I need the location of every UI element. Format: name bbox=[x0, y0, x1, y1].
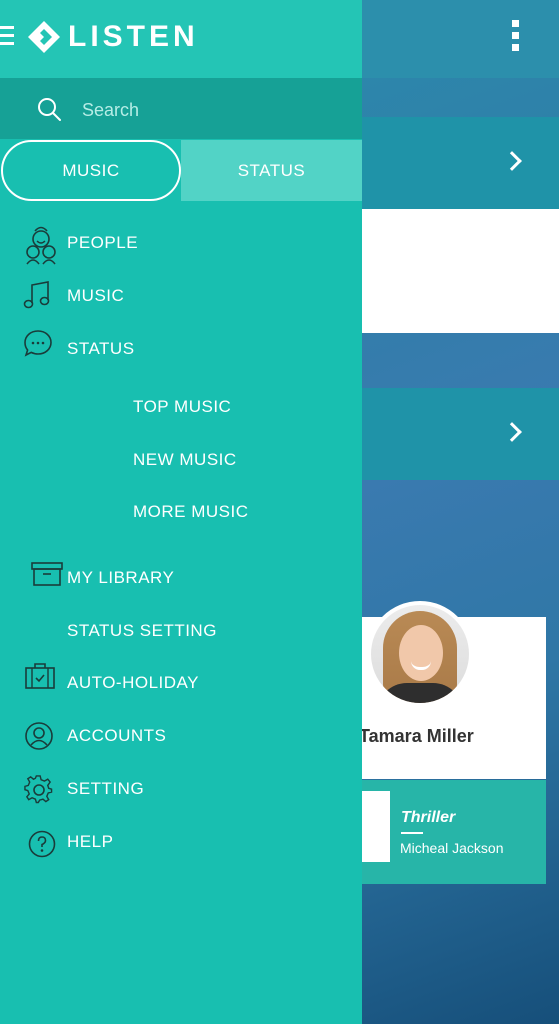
menu-label-music: MUSIC bbox=[67, 286, 125, 305]
submenu-label-top-music: TOP MUSIC bbox=[133, 397, 232, 416]
menu-label-accounts: ACCOUNTS bbox=[67, 726, 167, 745]
track-title: Thriller bbox=[401, 809, 456, 826]
tab-strip: MUSIC STATUS bbox=[0, 140, 362, 201]
search-icon[interactable] bbox=[36, 96, 62, 122]
listen-logo-icon bbox=[28, 21, 60, 53]
menu-item-music[interactable]: MUSIC bbox=[0, 274, 362, 318]
menu-label-status: STATUS bbox=[67, 339, 135, 358]
overflow-menu-icon[interactable] bbox=[505, 20, 525, 56]
menu-item-setting[interactable]: SETTING bbox=[0, 767, 362, 811]
menu-item-auto-holiday[interactable]: AUTO-HOLIDAY bbox=[0, 661, 362, 705]
app-title: LISTEN bbox=[68, 20, 199, 53]
menu-label-setting: SETTING bbox=[67, 779, 145, 798]
avatar bbox=[367, 601, 473, 707]
menu-label-auto-holiday: AUTO-HOLIDAY bbox=[67, 673, 199, 692]
background-list-row[interactable] bbox=[362, 117, 559, 209]
submenu-item-top-music[interactable]: TOP MUSIC bbox=[0, 385, 362, 429]
menu-item-my-library[interactable]: MY LIBRARY bbox=[0, 556, 362, 600]
tab-music[interactable]: MUSIC bbox=[1, 140, 181, 201]
menu-label-people: PEOPLE bbox=[67, 233, 139, 252]
music-note-icon bbox=[23, 281, 50, 309]
drawer-header: LISTEN bbox=[0, 0, 362, 78]
submenu-label-more-music: MORE MUSIC bbox=[133, 502, 249, 521]
chevron-right-icon[interactable] bbox=[503, 151, 525, 173]
chat-bubble-icon bbox=[24, 330, 52, 357]
menu-item-people[interactable]: PEOPLE bbox=[0, 221, 362, 265]
track-artist: Micheal Jackson bbox=[400, 840, 504, 856]
navigation-drawer: LISTEN MUSIC STATUS PEOPLE MUSIC bbox=[0, 0, 362, 1024]
submenu-label-new-music: NEW MUSIC bbox=[133, 450, 237, 469]
track-thumbnail bbox=[362, 791, 390, 862]
archive-box-icon bbox=[31, 562, 63, 586]
menu-label-my-library: MY LIBRARY bbox=[67, 568, 175, 587]
submenu-item-new-music[interactable]: NEW MUSIC bbox=[0, 438, 362, 482]
people-icon bbox=[26, 226, 56, 265]
menu-item-help[interactable]: HELP bbox=[0, 820, 362, 864]
background-list-row[interactable] bbox=[362, 388, 559, 480]
menu-item-status-setting[interactable]: STATUS SETTING bbox=[0, 609, 362, 653]
background-toolbar bbox=[362, 0, 559, 78]
background-card bbox=[362, 209, 559, 333]
chevron-right-icon[interactable] bbox=[503, 422, 525, 444]
menu-item-status[interactable]: STATUS bbox=[0, 327, 362, 371]
help-icon bbox=[28, 830, 56, 858]
gear-icon bbox=[24, 775, 53, 804]
menu-label-help: HELP bbox=[67, 832, 114, 851]
menu-label-status-setting: STATUS SETTING bbox=[67, 621, 217, 640]
menu-item-accounts[interactable]: ACCOUNTS bbox=[0, 714, 362, 758]
tab-status[interactable]: STATUS bbox=[181, 140, 362, 201]
account-circle-icon bbox=[25, 722, 53, 750]
submenu-item-more-music[interactable]: MORE MUSIC bbox=[0, 490, 362, 534]
search-input[interactable] bbox=[82, 98, 332, 122]
track-divider bbox=[401, 832, 423, 834]
hamburger-menu-icon[interactable] bbox=[0, 26, 16, 50]
profile-name: Tamara Miller bbox=[359, 726, 474, 746]
suitcase-icon bbox=[25, 663, 55, 689]
